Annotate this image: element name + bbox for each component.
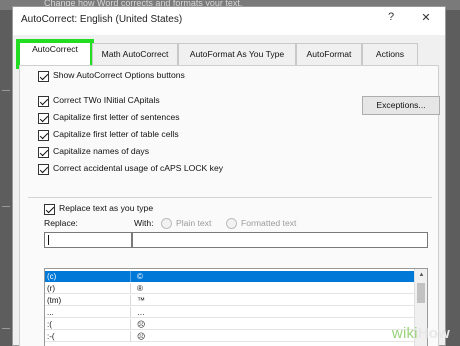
entry-from: :-( <box>47 331 131 342</box>
background-mark <box>2 328 10 329</box>
tab-autoformat[interactable]: AutoFormat <box>296 43 362 65</box>
background-right <box>446 10 460 346</box>
entry-to: ™ <box>137 296 145 305</box>
entry-from: (tm) <box>47 295 131 306</box>
checkbox-label: Replace text as you type <box>59 203 154 213</box>
checkbox-box[interactable] <box>38 113 49 124</box>
entry-from: (c) <box>47 271 131 282</box>
formatted-text-radio[interactable] <box>226 218 237 229</box>
text-caret <box>48 235 49 245</box>
autocorrect-entries-list[interactable]: (c) © (r) ® (tm) ™ ... … :( ☹ :-( ☹ ▲ <box>44 268 428 346</box>
entry-from: (r) <box>47 283 131 294</box>
checkbox-label: Correct accidental usage of cAPS LOCK ke… <box>53 163 224 173</box>
checkbox-label: Capitalize first letter of table cells <box>53 129 179 139</box>
checkbox-label: Correct TWo INitial CApitals <box>53 95 160 105</box>
tab-autoformat-as-you-type[interactable]: AutoFormat As You Type <box>178 43 296 65</box>
title-bar: AutoCorrect: English (United States) ? ✕ <box>13 7 445 35</box>
exceptions-button[interactable]: Exceptions... <box>362 96 440 115</box>
checkbox-label: Capitalize first letter of sentences <box>53 112 180 122</box>
tab-math-autocorrect[interactable]: Math AutoCorrect <box>92 43 178 65</box>
entry-to: © <box>137 272 143 281</box>
help-button[interactable]: ? <box>383 11 399 29</box>
replace-label: Replace: <box>44 218 78 228</box>
formatted-text-label: Formatted text <box>241 218 297 228</box>
checkbox-box[interactable] <box>38 130 49 141</box>
watermark-wiki: wiki <box>391 325 418 342</box>
plain-text-radio[interactable] <box>161 218 172 229</box>
list-item[interactable]: (c) © <box>45 271 415 282</box>
watermark-how: How <box>417 325 450 342</box>
watermark: wikiHow <box>392 325 450 342</box>
replace-input[interactable] <box>44 232 132 248</box>
tab-strip: AutoCorrect Math AutoCorrect AutoFormat … <box>13 39 445 69</box>
entry-to: ® <box>137 284 143 293</box>
list-item[interactable]: :( ☹ <box>45 319 415 330</box>
section-divider <box>28 197 432 198</box>
checkbox-box[interactable] <box>38 164 49 175</box>
background-left <box>0 10 12 346</box>
entry-from: ... <box>47 307 131 318</box>
scroll-thumb[interactable] <box>417 283 425 303</box>
checkbox-box[interactable] <box>38 147 49 158</box>
list-item[interactable]: (tm) ™ <box>45 295 415 306</box>
with-input[interactable] <box>132 232 428 248</box>
checkbox-box[interactable] <box>44 204 55 215</box>
checkbox-box[interactable] <box>38 96 49 107</box>
list-item[interactable]: (r) ® <box>45 283 415 294</box>
background-mark <box>2 90 10 91</box>
entry-to: … <box>137 308 145 317</box>
close-button[interactable]: ✕ <box>417 11 435 29</box>
plain-text-label: Plain text <box>176 218 212 228</box>
checkbox-box[interactable] <box>38 71 49 82</box>
autocorrect-panel: Show AutoCorrect Options buttons Correct… <box>19 65 440 346</box>
checkbox-label: Capitalize names of days <box>53 146 150 156</box>
background-mark <box>2 206 10 207</box>
entry-to: ☹ <box>137 332 146 341</box>
checkbox-label: Show AutoCorrect Options buttons <box>53 70 185 80</box>
tab-actions[interactable]: Actions <box>362 43 418 65</box>
list-item[interactable]: ... … <box>45 307 415 318</box>
with-label: With: <box>134 218 154 228</box>
scroll-up-icon[interactable]: ▲ <box>415 269 427 282</box>
autocorrect-dialog: AutoCorrect: English (United States) ? ✕… <box>12 6 446 346</box>
dialog-title: AutoCorrect: English (United States) <box>21 14 183 25</box>
list-item[interactable]: :-( ☹ <box>45 331 415 342</box>
entry-from: :( <box>47 319 131 330</box>
entry-to: ☹ <box>137 320 146 329</box>
